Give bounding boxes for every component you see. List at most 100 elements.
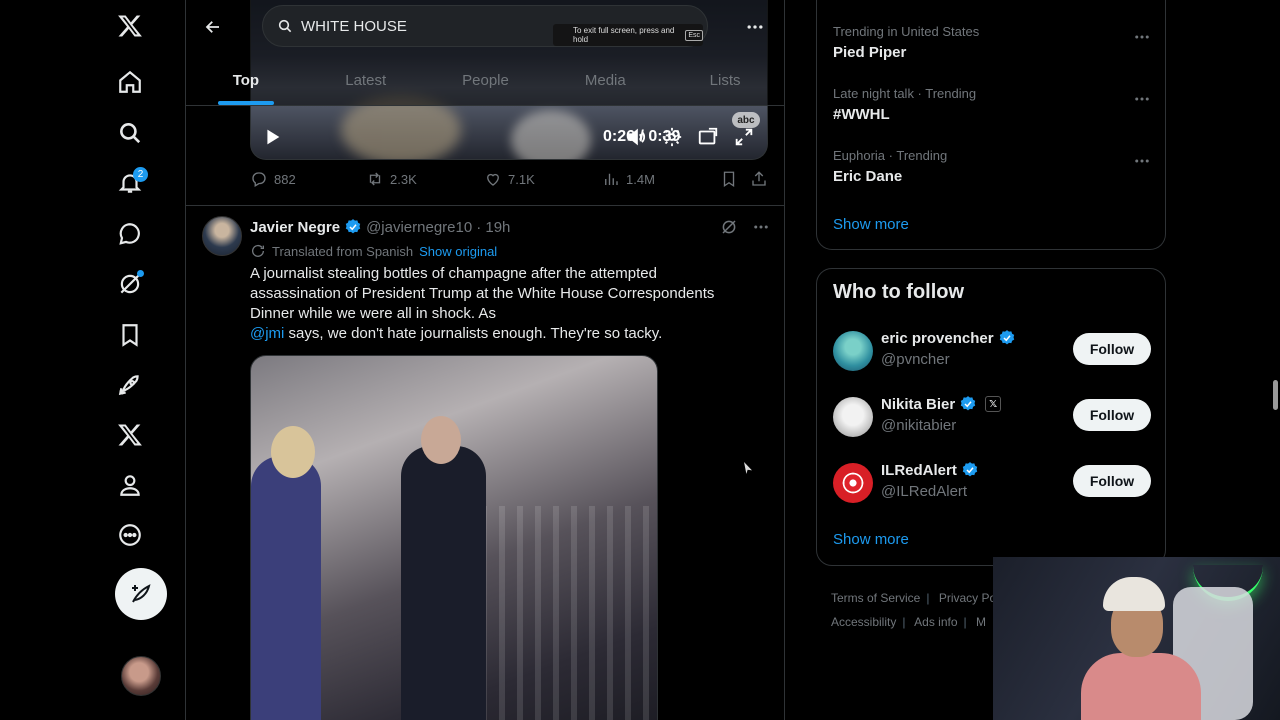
fullscreen-icon[interactable] bbox=[733, 126, 755, 148]
suggestion-name-row: Nikita Bier 𝕏 bbox=[881, 395, 1002, 413]
rocket-icon[interactable] bbox=[110, 365, 150, 405]
bookmarks-icon[interactable] bbox=[110, 315, 150, 355]
reply-button[interactable]: 882 bbox=[250, 170, 296, 188]
suggestion-avatar[interactable] bbox=[833, 331, 873, 371]
trend-item[interactable]: Trending in United States Pied Piper bbox=[833, 24, 1151, 61]
like-count: 7.1K bbox=[508, 171, 535, 187]
views-count: 1.4M bbox=[626, 171, 655, 187]
home-icon[interactable] bbox=[110, 62, 150, 102]
account-avatar[interactable] bbox=[121, 656, 161, 696]
tweet-more-icon[interactable] bbox=[752, 218, 770, 236]
media-figure-head bbox=[421, 416, 461, 464]
suggestion-avatar[interactable] bbox=[833, 397, 873, 437]
author-name[interactable]: Javier Negre bbox=[250, 219, 340, 236]
follow-suggestion[interactable]: Nikita Bier 𝕏 @nikitabier Follow bbox=[833, 395, 1151, 439]
verified-badge-icon bbox=[345, 219, 361, 234]
tab-latest[interactable]: Latest bbox=[306, 56, 426, 105]
trend-more-icon[interactable] bbox=[1133, 152, 1151, 170]
trend-name: Pied Piper bbox=[833, 44, 907, 61]
more-footer-link[interactable]: M bbox=[976, 615, 986, 629]
follow-suggestion[interactable]: eric provencher @pvncher Follow bbox=[833, 329, 1151, 373]
media-background-tables bbox=[481, 506, 651, 720]
explore-search-icon[interactable] bbox=[110, 113, 150, 153]
tweet-divider bbox=[186, 205, 784, 206]
suggestion-name-row: eric provencher bbox=[881, 329, 1020, 347]
verified-badge-icon bbox=[961, 396, 976, 411]
more-options-icon[interactable] bbox=[110, 515, 150, 555]
messages-icon[interactable] bbox=[110, 214, 150, 254]
grok-explain-icon[interactable] bbox=[720, 218, 738, 236]
mention-link[interactable]: @jmi bbox=[250, 325, 284, 342]
tweet-text-continued: says, we don't hate journalists enough. … bbox=[284, 325, 663, 342]
like-button[interactable]: 7.1K bbox=[484, 170, 535, 188]
profile-icon[interactable] bbox=[110, 465, 150, 505]
trend-item[interactable]: Late night talk · Trending #WWHL bbox=[833, 86, 1151, 123]
author-handle[interactable]: @javiernegre10 bbox=[366, 219, 472, 236]
trend-item[interactable]: Euphoria · Trending Eric Dane bbox=[833, 148, 1151, 185]
media-figure-woman bbox=[251, 456, 321, 720]
author-avatar[interactable] bbox=[202, 216, 242, 256]
follow-button[interactable]: Follow bbox=[1073, 465, 1151, 497]
left-nav: 2 bbox=[0, 0, 186, 720]
follow-button[interactable]: Follow bbox=[1073, 333, 1151, 365]
suggestion-name[interactable]: ILRedAlert bbox=[881, 462, 957, 479]
trend-name: #WWHL bbox=[833, 106, 890, 123]
webcam-overlay bbox=[993, 557, 1280, 720]
tweet-timestamp[interactable]: · 19h bbox=[476, 219, 510, 236]
picture-in-picture-icon[interactable] bbox=[697, 126, 719, 148]
play-icon[interactable] bbox=[261, 126, 283, 148]
settings-gear-icon[interactable] bbox=[661, 126, 683, 148]
compose-post-button[interactable] bbox=[115, 568, 167, 620]
show-original-link[interactable]: Show original bbox=[419, 244, 497, 259]
x-logo-icon[interactable] bbox=[110, 6, 150, 46]
tab-media[interactable]: Media bbox=[545, 56, 665, 105]
premium-x-icon[interactable] bbox=[110, 415, 150, 455]
streamer-body bbox=[1081, 653, 1201, 720]
tweet-video-media[interactable] bbox=[250, 355, 658, 720]
tab-people[interactable]: People bbox=[426, 56, 546, 105]
tweet-action-bar: 882 2.3K 7.1K 1.4M bbox=[250, 170, 770, 194]
back-arrow-icon[interactable] bbox=[198, 12, 228, 42]
suggestion-name[interactable]: Nikita Bier bbox=[881, 396, 955, 413]
suggestion-handle: @pvncher bbox=[881, 351, 950, 368]
search-icon bbox=[278, 19, 292, 33]
trend-meta: Late night talk · Trending bbox=[833, 86, 977, 101]
follow-suggestion[interactable]: ILRedAlert @ILRedAlert Follow bbox=[833, 461, 1151, 505]
grok-icon[interactable] bbox=[110, 264, 150, 304]
terms-link[interactable]: Terms of Service bbox=[831, 591, 920, 605]
views-button[interactable]: 1.4M bbox=[602, 170, 655, 188]
notifications-bell-icon[interactable]: 2 bbox=[110, 163, 150, 203]
accessibility-link[interactable]: Accessibility bbox=[831, 615, 896, 629]
trend-meta: Euphoria · Trending bbox=[833, 148, 948, 163]
translate-icon bbox=[252, 244, 264, 257]
share-button[interactable] bbox=[750, 170, 774, 188]
volume-icon[interactable] bbox=[625, 126, 647, 148]
tweet-text: A journalist stealing bottles of champag… bbox=[250, 264, 750, 344]
tweet-header-actions bbox=[720, 218, 770, 236]
trend-more-icon[interactable] bbox=[1133, 90, 1151, 108]
trend-more-icon[interactable] bbox=[1133, 28, 1151, 46]
tweet-header: Javier Negre @javiernegre10 · 19h bbox=[250, 218, 510, 236]
media-figure-man-tuxedo bbox=[401, 446, 486, 720]
bookmark-button[interactable] bbox=[720, 170, 744, 188]
ads-info-link[interactable]: Ads info bbox=[914, 615, 957, 629]
page-scrollbar-thumb[interactable] bbox=[1273, 380, 1278, 410]
who-to-follow-show-more-link[interactable]: Show more bbox=[833, 531, 909, 548]
fullscreen-hint-text: To exit full screen, press and hold bbox=[573, 26, 675, 44]
views-chart-icon bbox=[605, 173, 618, 185]
grok-new-dot bbox=[137, 270, 144, 277]
suggestion-name[interactable]: eric provencher bbox=[881, 330, 994, 347]
footer-separator: | bbox=[902, 615, 906, 629]
streamer-cap bbox=[1103, 577, 1165, 611]
verified-badge-icon bbox=[962, 462, 978, 477]
tweet-text-body: A journalist stealing bottles of champag… bbox=[250, 265, 715, 322]
repost-button[interactable]: 2.3K bbox=[366, 170, 417, 188]
suggestion-avatar[interactable] bbox=[833, 463, 873, 503]
tab-top[interactable]: Top bbox=[186, 56, 306, 105]
search-input[interactable] bbox=[301, 17, 541, 35]
follow-button[interactable]: Follow bbox=[1073, 399, 1151, 431]
tab-lists[interactable]: Lists bbox=[665, 56, 784, 105]
more-options-icon[interactable] bbox=[742, 14, 768, 40]
privacy-link[interactable]: Privacy Pol bbox=[939, 591, 999, 605]
trends-show-more-link[interactable]: Show more bbox=[833, 216, 909, 233]
